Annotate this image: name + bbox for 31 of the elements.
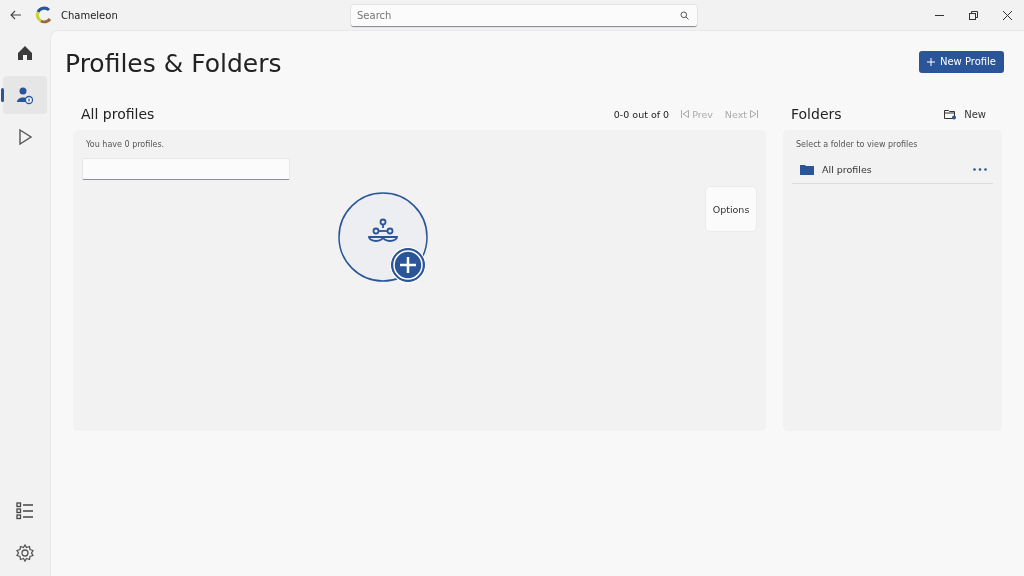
folder-add-icon <box>944 108 957 120</box>
back-icon[interactable] <box>10 10 22 20</box>
page-range: 0-0 out of 0 <box>613 108 670 120</box>
new-folder-button[interactable]: New <box>944 108 994 120</box>
nav-item[interactable] <box>3 76 47 114</box>
settings-icon <box>15 543 35 563</box>
profile-count: You have 0 profiles. <box>86 140 166 149</box>
filter-field[interactable] <box>82 158 290 180</box>
page-title: Profiles & Folders <box>65 49 282 78</box>
folder-icon <box>800 163 814 175</box>
logo-icon <box>35 6 53 24</box>
close-icon[interactable] <box>1002 10 1012 20</box>
more-icon[interactable] <box>973 167 987 171</box>
new-profile-button[interactable]: New Profile <box>918 50 1004 73</box>
plus-icon <box>926 57 935 66</box>
person-icon <box>15 85 35 105</box>
folder-hint: Select a folder to view profiles <box>796 140 919 149</box>
section-heading: All profiles <box>81 106 155 122</box>
last-page-icon <box>750 110 758 118</box>
options-button[interactable]: Options <box>705 186 757 232</box>
first-page-icon <box>681 110 690 118</box>
search-field[interactable]: Search <box>351 5 697 27</box>
section-heading: Folders <box>791 106 842 122</box>
app-title: Chameleon <box>61 9 119 21</box>
add-profile-icon[interactable] <box>338 192 430 284</box>
folder-item[interactable]: All profiles <box>792 155 993 184</box>
home-icon <box>15 43 35 63</box>
search-icon <box>680 11 689 20</box>
restore-icon[interactable] <box>968 10 978 20</box>
list-icon <box>15 501 35 521</box>
minimize-icon[interactable] <box>934 14 944 16</box>
